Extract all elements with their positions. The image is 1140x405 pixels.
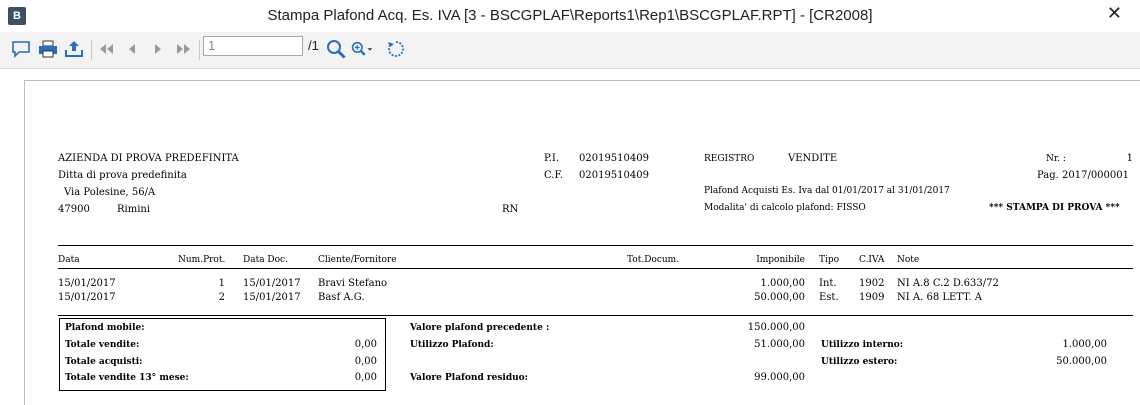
utilizzo-interno-value: 1.000,00	[1062, 339, 1107, 350]
page-number-input[interactable]: 1	[203, 36, 303, 56]
row-note: NI A. 68 LETT. A	[897, 292, 982, 303]
row-num-prot: 2	[218, 292, 225, 303]
valore-residuo-value: 99.000,00	[754, 372, 805, 383]
nr-value: 1	[1126, 153, 1133, 164]
col-data: Data	[58, 255, 80, 265]
col-imponibile: Imponibile	[756, 255, 805, 265]
page-total: /1	[308, 38, 319, 53]
totale-vendite-label: Totale vendite:	[65, 340, 140, 350]
col-note: Note	[897, 255, 920, 265]
title-bar: B Stampa Plafond Acq. Es. IVA [3 - BSCGP…	[0, 0, 1140, 33]
company-sub: Ditta di prova predefinita	[58, 170, 187, 181]
nr-label: Nr. :	[1046, 154, 1066, 164]
row-tipo: Est.	[819, 292, 839, 303]
search-icon[interactable]	[325, 38, 347, 60]
toolbar-separator	[91, 40, 92, 60]
plafond-period: Plafond Acquisti Es. Iva dal 01/01/2017 …	[704, 186, 950, 196]
row-imponibile: 50.000,00	[754, 292, 805, 303]
report-page: AZIENDA DI PROVA PREDEFINITA Ditta di pr…	[24, 80, 1140, 405]
cf-label: C.F.	[544, 170, 564, 181]
valore-residuo-label: Valore Plafond residuo:	[410, 373, 528, 383]
window-title: Stampa Plafond Acq. Es. IVA [3 - BSCGPLA…	[267, 7, 873, 24]
company-name: AZIENDA DI PROVA PREDEFINITA	[58, 153, 239, 164]
utilizzo-interno-label: Utilizzo interno:	[821, 340, 904, 350]
registro-label: REGISTRO	[704, 154, 755, 164]
divider	[58, 315, 1133, 316]
print-icon[interactable]	[37, 38, 59, 60]
row-tipo: Int.	[819, 278, 837, 289]
totale-acquisti-value: 0,00	[354, 356, 377, 367]
row-data: 15/01/2017	[58, 278, 116, 289]
registro-value: VENDITE	[788, 153, 838, 164]
totale-13-value: 0,00	[354, 372, 377, 383]
valore-precedente-label: Valore plafond precedente :	[410, 323, 550, 333]
close-icon[interactable]: ✕	[1107, 3, 1122, 24]
company-city: Rimini	[117, 204, 151, 215]
next-page-icon[interactable]	[147, 38, 169, 60]
valore-precedente-value: 150.000,00	[747, 322, 805, 333]
totale-vendite-value: 0,00	[354, 339, 377, 350]
totale-acquisti-label: Totale acquisti:	[65, 357, 143, 367]
export-icon[interactable]	[63, 38, 85, 60]
col-num-prot: Num.Prot.	[178, 255, 226, 265]
comment-icon[interactable]	[10, 38, 32, 60]
row-data-doc: 15/01/2017	[243, 278, 301, 289]
company-province: RN	[502, 204, 519, 215]
row-imponibile: 1.000,00	[760, 278, 805, 289]
col-data-doc: Data Doc.	[243, 255, 288, 265]
company-address: Via Polesine, 56/A	[64, 187, 156, 198]
col-civa: C.IVA	[859, 255, 885, 265]
pi-label: P.I.	[544, 153, 560, 164]
first-page-icon[interactable]	[95, 38, 117, 60]
row-civa: 1909	[859, 292, 885, 303]
utilizzo-plafond-value: 51.000,00	[754, 339, 805, 350]
pi-value: 02019510409	[579, 153, 649, 164]
row-cliente: Bravi Stefano	[318, 278, 388, 289]
divider	[58, 245, 1133, 246]
row-cliente: Basf A.G.	[318, 292, 365, 303]
divider	[58, 268, 1133, 269]
report-toolbar	[0, 32, 1140, 69]
toolbar-separator	[199, 40, 200, 60]
col-cliente: Cliente/Fornitore	[318, 255, 397, 265]
col-tot-docum: Tot.Docum.	[627, 255, 680, 265]
plafond-mobile-label: Plafond mobile:	[65, 323, 145, 333]
company-cap: 47900	[58, 204, 90, 215]
row-note: NI A.8 C.2 D.633/72	[897, 278, 999, 289]
cf-value: 02019510409	[579, 170, 649, 181]
totale-13-label: Totale vendite 13° mese:	[65, 373, 189, 383]
row-data-doc: 15/01/2017	[243, 292, 301, 303]
stampa-prova: *** STAMPA DI PROVA ***	[989, 203, 1120, 213]
page-label: Pag. 2017/000001	[1037, 170, 1129, 181]
zoom-icon[interactable]	[351, 38, 373, 60]
utilizzo-plafond-label: Utilizzo Plafond:	[410, 340, 494, 350]
utilizzo-estero-label: Utilizzo estero:	[821, 357, 898, 367]
refresh-icon[interactable]	[385, 38, 407, 60]
row-num-prot: 1	[218, 278, 225, 289]
col-tipo: Tipo	[819, 255, 840, 265]
modalita-calcolo: Modalita' di calcolo plafond: FISSO	[704, 203, 866, 213]
row-civa: 1902	[859, 278, 885, 289]
prev-page-icon[interactable]	[121, 38, 143, 60]
row-data: 15/01/2017	[58, 292, 116, 303]
utilizzo-estero-value: 50.000,00	[1056, 356, 1107, 367]
last-page-icon[interactable]	[173, 38, 195, 60]
